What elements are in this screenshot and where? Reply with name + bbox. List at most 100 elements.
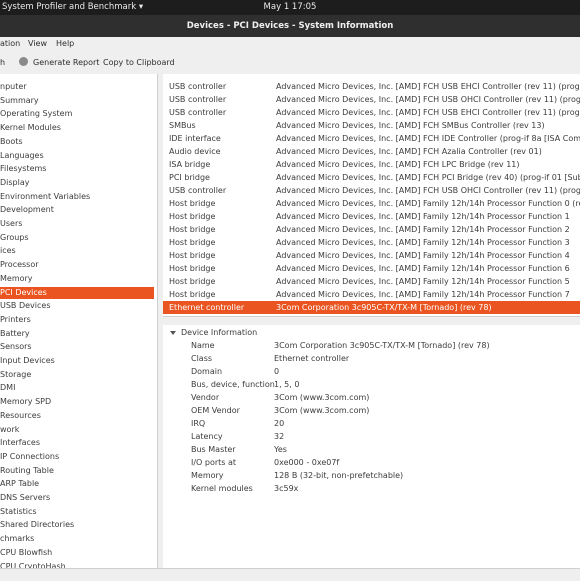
table-row[interactable]: Host bridge Advanced Micro Devices, Inc. … — [163, 197, 580, 210]
table-row[interactable]: Audio device Advanced Micro Devices, Inc.… — [163, 145, 580, 158]
sidebar-item[interactable]: USB Devices — [0, 300, 154, 312]
sidebar-item[interactable]: Development — [0, 204, 154, 216]
sidebar-item[interactable]: DNS Servers — [0, 492, 154, 504]
device-type: Ethernet controller — [169, 303, 245, 312]
sidebar-item[interactable]: Interfaces — [0, 437, 154, 449]
sidebar-item[interactable]: Summary — [0, 95, 154, 107]
sidebar-item[interactable]: Battery — [0, 328, 154, 340]
section-title: Device Information — [181, 328, 258, 337]
device-type: SMBus — [169, 121, 196, 130]
table-row[interactable]: Host bridge Advanced Micro Devices, Inc. … — [163, 249, 580, 262]
sidebar-item[interactable]: work — [0, 424, 154, 436]
menu-information[interactable]: ation — [0, 39, 20, 48]
table-row[interactable]: USB controller Advanced Micro Devices, In… — [163, 80, 580, 93]
table-row[interactable]: ISA bridge Advanced Micro Devices, Inc. [… — [163, 158, 580, 171]
status-bar — [0, 568, 580, 581]
sidebar-item[interactable]: Kernel Modules — [0, 122, 154, 134]
window-title: Devices - PCI Devices - System Informati… — [186, 21, 394, 31]
sidebar-item[interactable]: PCI Devices — [0, 286, 154, 299]
property-key: Memory — [191, 471, 224, 480]
sidebar-item[interactable]: Storage — [0, 369, 154, 381]
device-type: Host bridge — [169, 225, 216, 234]
sidebar-item[interactable]: Printers — [0, 314, 154, 326]
table-row[interactable]: USB controller Advanced Micro Devices, In… — [163, 184, 580, 197]
sidebar-item[interactable]: CPU Blowfish — [0, 547, 154, 559]
sidebar-item[interactable]: Display — [0, 177, 154, 189]
device-description: Advanced Micro Devices, Inc. [AMD] FCH U… — [276, 82, 580, 91]
window-titlebar[interactable]: Devices - PCI Devices - System Informati… — [0, 15, 580, 37]
sidebar-item[interactable]: DMI — [0, 382, 154, 394]
clock[interactable]: May 1 17:05 — [0, 2, 580, 12]
sidebar-item[interactable]: Users — [0, 218, 154, 230]
toolbar: h Generate Report Copy to Clipboard — [0, 52, 580, 75]
sidebar-item[interactable]: Filesystems — [0, 163, 154, 175]
device-description: Advanced Micro Devices, Inc. [AMD] Famil… — [276, 277, 570, 286]
device-type: IDE interface — [169, 134, 221, 143]
property-key: I/O ports at — [191, 458, 237, 467]
device-description: Advanced Micro Devices, Inc. [AMD] FCH U… — [276, 108, 580, 117]
sidebar-item[interactable]: Input Devices — [0, 355, 154, 367]
device-description: Advanced Micro Devices, Inc. [AMD] FCH P… — [276, 173, 580, 182]
table-row[interactable]: Host bridge Advanced Micro Devices, Inc. … — [163, 262, 580, 275]
property-value: Yes — [274, 445, 287, 454]
property-key: Bus Master — [191, 445, 236, 454]
table-row[interactable]: Host bridge Advanced Micro Devices, Inc. … — [163, 288, 580, 301]
sidebar-item[interactable]: Memory SPD — [0, 396, 154, 408]
property-row: IRQ 20 — [163, 417, 580, 430]
sidebar-item[interactable]: IP Connections — [0, 451, 154, 463]
property-row: Bus Master Yes — [163, 443, 580, 456]
device-description: Advanced Micro Devices, Inc. [AMD] FCH L… — [276, 160, 520, 169]
property-key: IRQ — [191, 419, 206, 428]
property-key: Vendor — [191, 393, 220, 402]
refresh-button[interactable]: h — [0, 58, 5, 67]
sidebar-item[interactable]: nputer — [0, 81, 154, 93]
table-row[interactable]: Host bridge Advanced Micro Devices, Inc. … — [163, 223, 580, 236]
sidebar-item[interactable]: Shared Directories — [0, 519, 154, 531]
device-type: USB controller — [169, 82, 227, 91]
device-type: Host bridge — [169, 238, 216, 247]
property-key: Name — [191, 341, 215, 350]
table-row[interactable]: PCI bridge Advanced Micro Devices, Inc. [… — [163, 171, 580, 184]
device-description: 3Com Corporation 3c905C-TX/TX-M [Tornado… — [276, 303, 492, 312]
device-description: Advanced Micro Devices, Inc. [AMD] Famil… — [276, 290, 570, 299]
device-type: Host bridge — [169, 264, 216, 273]
property-value: 3Com (www.3com.com) — [274, 393, 370, 402]
sidebar-item[interactable]: Routing Table — [0, 465, 154, 477]
sidebar-item[interactable]: CPU CryptoHash — [0, 561, 154, 569]
sidebar-item[interactable]: Languages — [0, 150, 154, 162]
sidebar-item[interactable]: ices — [0, 245, 154, 257]
sidebar-item[interactable]: ARP Table — [0, 478, 154, 490]
sidebar-tree[interactable]: nputer Summary Operating System Kernel Modu… — [0, 74, 158, 568]
sidebar-item[interactable]: Processor — [0, 259, 154, 271]
table-row[interactable]: IDE interface Advanced Micro Devices, Inc… — [163, 132, 580, 145]
device-description: Advanced Micro Devices, Inc. [AMD] FCH A… — [276, 147, 542, 156]
device-description: Advanced Micro Devices, Inc. [AMD] FCH S… — [276, 121, 545, 130]
sidebar-item[interactable]: Sensors — [0, 341, 154, 353]
table-row[interactable]: Host bridge Advanced Micro Devices, Inc. … — [163, 275, 580, 288]
table-row[interactable]: Host bridge Advanced Micro Devices, Inc. … — [163, 210, 580, 223]
table-row[interactable]: SMBus Advanced Micro Devices, Inc. [AMD] … — [163, 119, 580, 132]
table-row[interactable]: USB controller Advanced Micro Devices, In… — [163, 106, 580, 119]
device-description: Advanced Micro Devices, Inc. [AMD] Famil… — [276, 199, 580, 208]
sidebar-item[interactable]: Resources — [0, 410, 154, 422]
sidebar-item[interactable]: Groups — [0, 232, 154, 244]
copy-to-clipboard-button[interactable]: Copy to Clipboard — [103, 58, 175, 67]
device-list[interactable]: USB controller Advanced Micro Devices, In… — [163, 74, 580, 316]
device-type: PCI bridge — [169, 173, 210, 182]
device-type: Host bridge — [169, 251, 216, 260]
table-row[interactable]: Host bridge Advanced Micro Devices, Inc. … — [163, 236, 580, 249]
menu-help[interactable]: Help — [56, 39, 74, 48]
expand-triangle-icon[interactable] — [170, 331, 176, 335]
sidebar-item[interactable]: Statistics — [0, 506, 154, 518]
menu-view[interactable]: View — [28, 39, 47, 48]
sidebar-item[interactable]: Memory — [0, 273, 154, 285]
sidebar-item[interactable]: Environment Variables — [0, 191, 154, 203]
table-row[interactable]: Ethernet controller 3Com Corporation 3c90… — [163, 301, 580, 314]
property-value: 20 — [274, 419, 285, 428]
sidebar-item[interactable]: Operating System — [0, 108, 154, 120]
table-row[interactable]: USB controller Advanced Micro Devices, In… — [163, 93, 580, 106]
sidebar-item[interactable]: chmarks — [0, 533, 154, 545]
sidebar-item[interactable]: Boots — [0, 136, 154, 148]
generate-report-button[interactable]: Generate Report — [33, 58, 99, 67]
device-description: Advanced Micro Devices, Inc. [AMD] Famil… — [276, 264, 570, 273]
